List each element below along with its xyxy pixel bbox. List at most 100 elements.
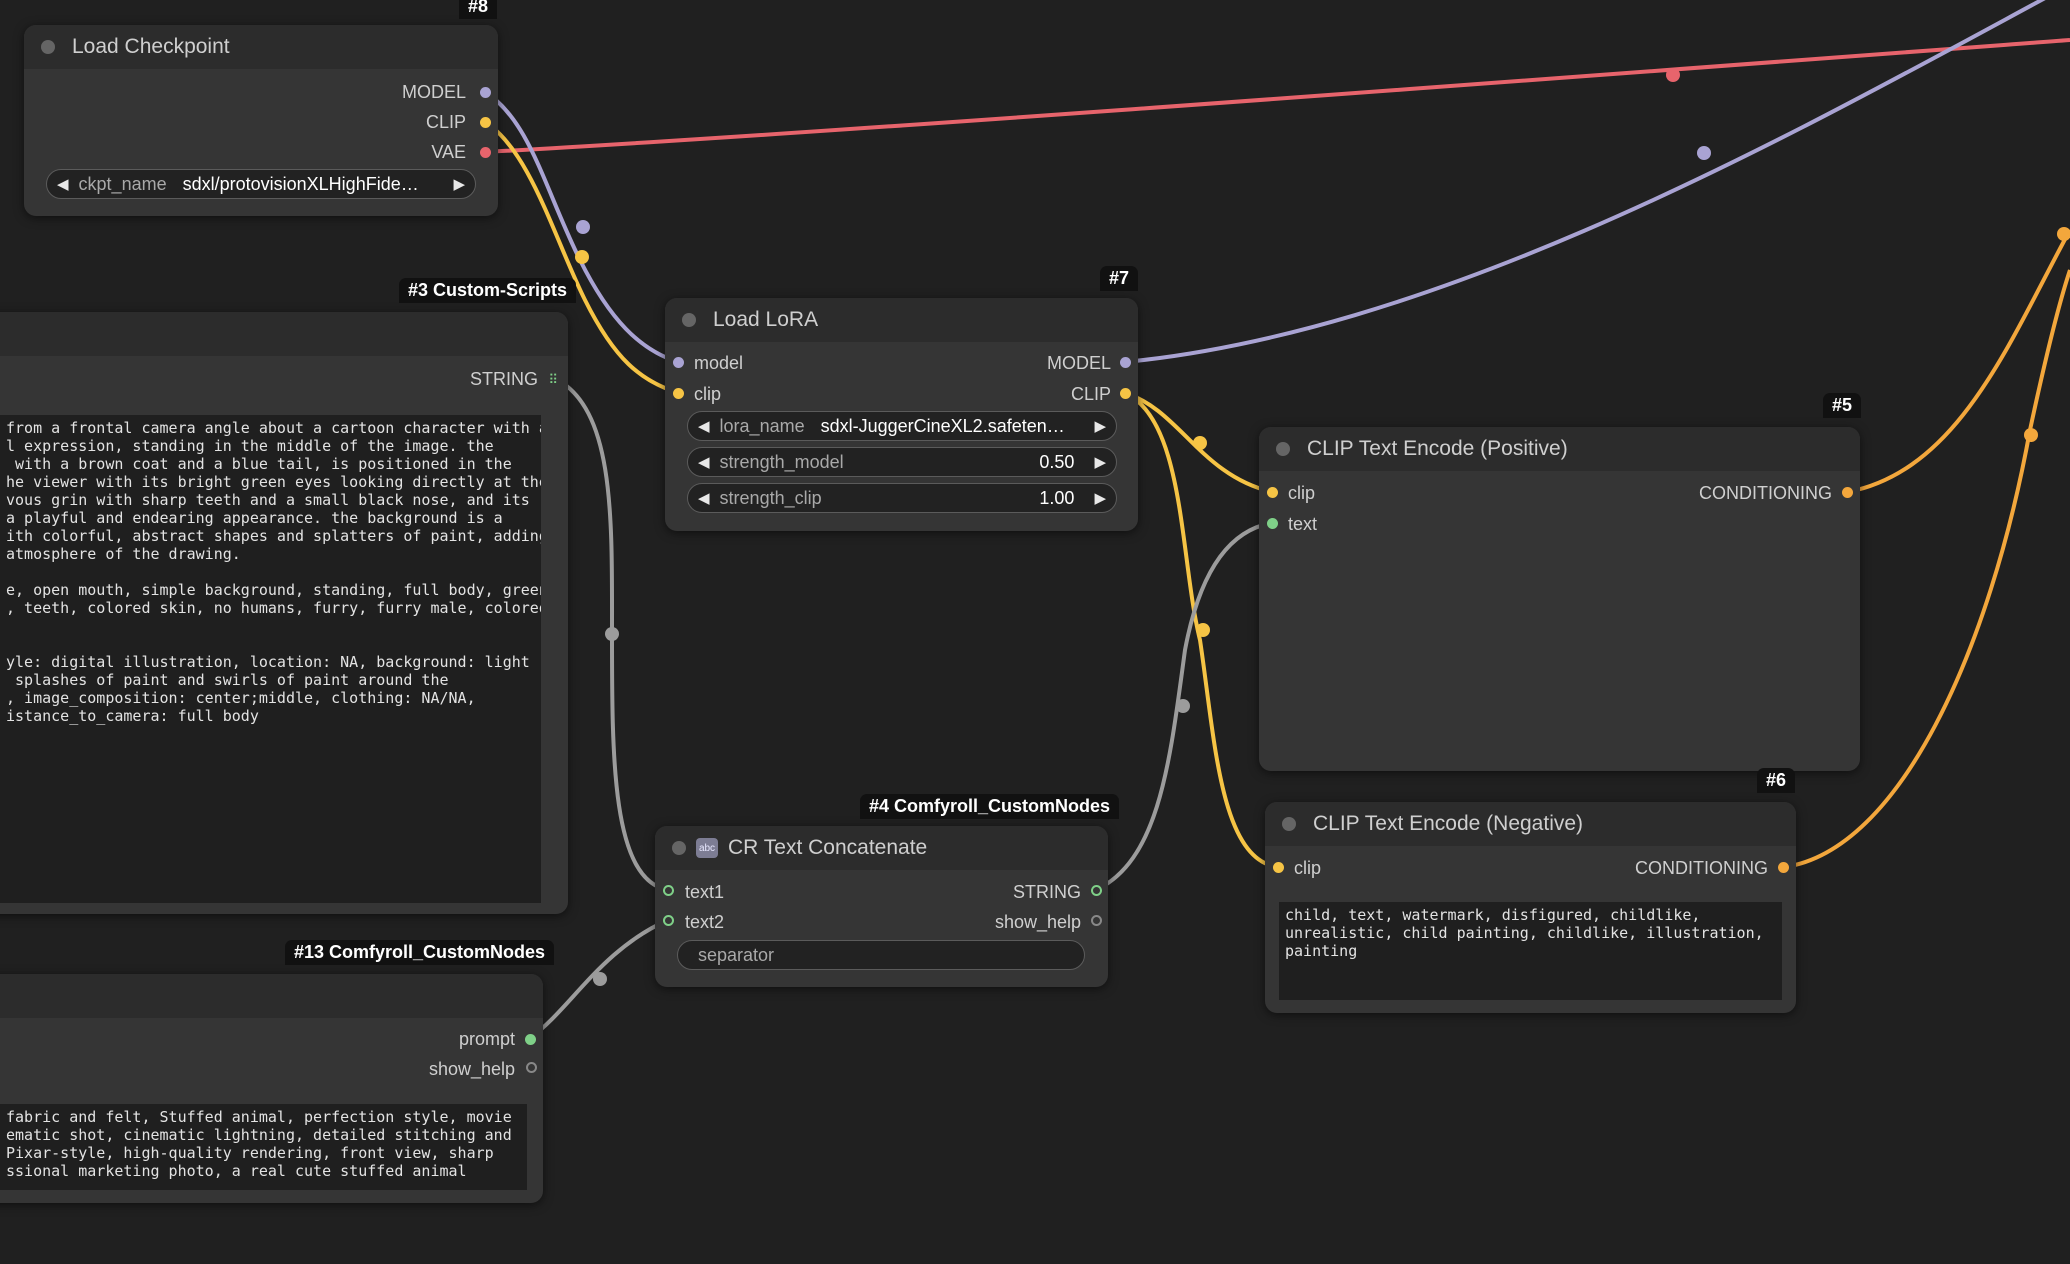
reroute-dot[interactable] — [1176, 699, 1190, 713]
clip-text-encode-negative-node[interactable]: CLIP Text Encode (Negative) clip CONDITI… — [1265, 802, 1796, 1013]
output-clip-dot-icon[interactable] — [480, 117, 491, 128]
comfyroll-prompt-node[interactable]: prompt show_help fabric and felt, Stuffe… — [0, 974, 543, 1203]
strength-clip-number[interactable]: ◀ strength_clip 1.00 ▶ — [687, 483, 1117, 513]
node-title: CLIP Text Encode (Negative) — [1313, 812, 1584, 835]
output-conditioning-dot-icon[interactable] — [1842, 487, 1853, 498]
input-model-dot-icon[interactable] — [673, 357, 684, 368]
output-string-label: STRING — [1012, 882, 1081, 902]
output-prompt-label: prompt — [458, 1029, 515, 1049]
output-show-help-dot-icon[interactable] — [1091, 915, 1102, 926]
node-title: Load LoRA — [713, 308, 819, 331]
widget-label: strength_clip — [719, 487, 822, 508]
load-checkpoint-node[interactable]: Load Checkpoint MODEL CLIP VAE ◀ ckpt_na… — [24, 25, 498, 216]
output-vae-label: VAE — [431, 142, 466, 162]
collapse-dot-icon[interactable] — [682, 313, 696, 327]
reroute-dot[interactable] — [575, 250, 589, 264]
node-id-tag: #8 — [459, 0, 498, 19]
node-id-tag: #6 — [1757, 768, 1796, 793]
cr-text-concatenate-node[interactable]: abc CR Text Concatenate text1 text2 STRI… — [655, 826, 1108, 987]
arrow-right-icon[interactable]: ▶ — [1084, 489, 1116, 507]
input-text1-dot-icon[interactable] — [663, 885, 674, 896]
wire-lora-model-out — [1124, 0, 2046, 364]
reroute-dot[interactable] — [2024, 428, 2038, 442]
widget-value: 1.00 — [1039, 487, 1075, 508]
output-conditioning-dot-icon[interactable] — [1778, 862, 1789, 873]
output-vae-dot-icon[interactable] — [480, 147, 491, 158]
node-header[interactable]: Load LoRA — [665, 298, 1138, 342]
input-text2-label: text2 — [685, 912, 725, 932]
collapse-dot-icon[interactable] — [1276, 442, 1290, 456]
input-model-label: model — [694, 353, 744, 373]
ckpt-name-combo[interactable]: ◀ ckpt_name sdxl/protovisionXLHighFide… … — [46, 169, 476, 199]
arrow-right-icon[interactable]: ▶ — [1084, 453, 1116, 471]
abc-text-icon: abc — [696, 838, 718, 858]
widget-label: lora_name — [719, 415, 805, 436]
arrow-left-icon[interactable]: ◀ — [688, 489, 720, 507]
collapse-dot-icon[interactable] — [672, 841, 686, 855]
arrow-right-icon[interactable]: ▶ — [1084, 417, 1116, 435]
output-conditioning-label: CONDITIONING — [1635, 858, 1768, 878]
custom-scripts-node[interactable]: STRING ⠿ from a frontal camera angle abo… — [0, 312, 568, 914]
prompt-textarea[interactable]: from a frontal camera angle about a cart… — [0, 415, 541, 903]
clip-text-encode-positive-node[interactable]: CLIP Text Encode (Positive) clip text CO… — [1259, 427, 1860, 771]
widget-label: strength_model — [719, 451, 844, 472]
lora-name-combo[interactable]: ◀ lora_name sdxl-JuggerCineXL2.safeten… … — [687, 411, 1117, 441]
reroute-dot[interactable] — [1666, 68, 1680, 82]
node-header[interactable]: Load Checkpoint — [24, 25, 498, 69]
reroute-dot[interactable] — [2057, 227, 2070, 241]
input-clip-dot-icon[interactable] — [1273, 862, 1284, 873]
prompt-textarea[interactable]: fabric and felt, Stuffed animal, perfect… — [0, 1104, 527, 1190]
node-title: CLIP Text Encode (Positive) — [1307, 437, 1568, 460]
output-clip-label: CLIP — [1070, 384, 1111, 404]
output-model-dot-icon[interactable] — [1120, 357, 1131, 368]
grid-dots-icon[interactable]: ⠿ — [548, 372, 558, 388]
node-header[interactable]: CLIP Text Encode (Positive) — [1259, 427, 1860, 471]
widget-label: separator — [698, 944, 775, 965]
output-show-help-label: show_help — [428, 1059, 515, 1079]
reroute-dot[interactable] — [576, 220, 590, 234]
node-id-tag: #13 Comfyroll_CustomNodes — [285, 940, 555, 965]
input-clip-label: clip — [1288, 483, 1316, 503]
arrow-left-icon[interactable]: ◀ — [47, 175, 79, 193]
reroute-dot[interactable] — [1193, 436, 1207, 450]
negative-prompt-textarea[interactable]: child, text, watermark, disfigured, chil… — [1279, 902, 1782, 1000]
input-text2-dot-icon[interactable] — [663, 915, 674, 926]
output-model-dot-icon[interactable] — [480, 87, 491, 98]
node-id-tag: #3 Custom-Scripts — [399, 278, 577, 303]
output-string-dot-icon[interactable] — [1091, 885, 1102, 896]
reroute-dot[interactable] — [605, 627, 619, 641]
output-clip-label: CLIP — [425, 112, 466, 132]
node-header[interactable]: abc CR Text Concatenate — [655, 826, 1108, 870]
arrow-left-icon[interactable]: ◀ — [688, 417, 720, 435]
collapse-dot-icon[interactable] — [41, 40, 55, 54]
output-prompt-dot-icon[interactable] — [525, 1034, 536, 1045]
load-lora-node[interactable]: Load LoRA model clip MODEL CLIP ◀ lora_n… — [665, 298, 1138, 531]
arrow-right-icon[interactable]: ▶ — [443, 175, 475, 193]
node-title: Load Checkpoint — [72, 35, 230, 58]
wire-vae — [484, 38, 2070, 154]
input-clip-label: clip — [694, 384, 722, 404]
strength-model-number[interactable]: ◀ strength_model 0.50 ▶ — [687, 447, 1117, 477]
reroute-dot[interactable] — [1196, 623, 1210, 637]
node-title: CR Text Concatenate — [728, 836, 928, 859]
input-clip-dot-icon[interactable] — [673, 388, 684, 399]
reroute-dot[interactable] — [1697, 146, 1711, 160]
output-clip-dot-icon[interactable] — [1120, 388, 1131, 399]
output-conditioning-label: CONDITIONING — [1699, 483, 1832, 503]
node-id-tag: #7 — [1100, 266, 1139, 291]
wire-positive-conditioning-out — [1847, 229, 2070, 494]
node-header[interactable] — [0, 974, 543, 1018]
input-text-dot-icon[interactable] — [1267, 518, 1278, 529]
reroute-dot[interactable] — [593, 972, 607, 986]
input-clip-dot-icon[interactable] — [1267, 487, 1278, 498]
separator-input[interactable]: separator — [677, 940, 1085, 970]
collapse-dot-icon[interactable] — [1282, 817, 1296, 831]
node-id-tag: #4 Comfyroll_CustomNodes — [860, 794, 1120, 819]
input-clip-label: clip — [1294, 858, 1322, 878]
node-header[interactable]: CLIP Text Encode (Negative) — [1265, 802, 1796, 846]
node-header[interactable] — [0, 312, 568, 356]
node-id-tag: #5 — [1823, 393, 1862, 418]
output-show-help-dot-icon[interactable] — [526, 1062, 537, 1073]
widget-label: ckpt_name — [78, 173, 167, 194]
arrow-left-icon[interactable]: ◀ — [688, 453, 720, 471]
